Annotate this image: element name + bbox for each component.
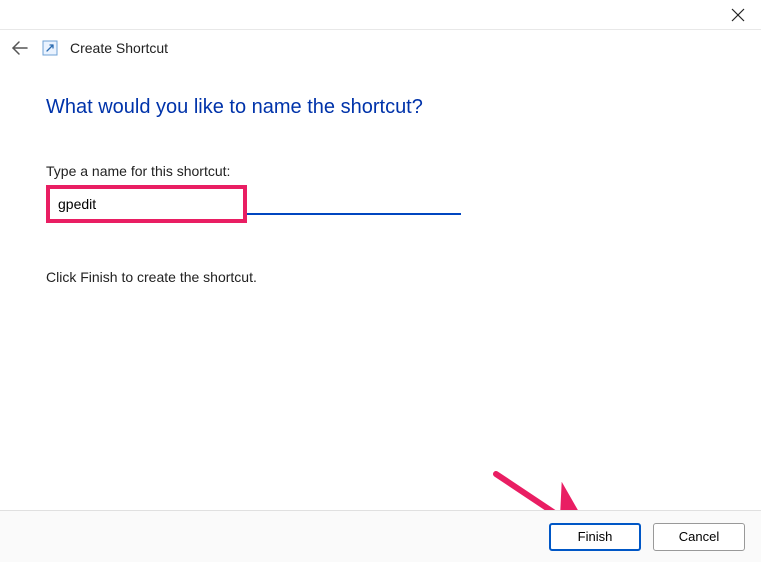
cancel-button[interactable]: Cancel xyxy=(653,523,745,551)
input-underline xyxy=(247,185,461,215)
page-heading: What would you like to name the shortcut… xyxy=(46,96,715,119)
input-row xyxy=(46,185,715,223)
finish-button[interactable]: Finish xyxy=(549,523,641,551)
wizard-footer: Finish Cancel xyxy=(0,510,761,562)
back-arrow-icon[interactable] xyxy=(10,38,30,58)
close-icon[interactable] xyxy=(731,8,745,22)
window-title: Create Shortcut xyxy=(70,40,168,56)
shortcut-icon xyxy=(42,40,58,56)
highlight-annotation xyxy=(46,185,247,223)
input-label: Type a name for this shortcut: xyxy=(46,163,715,179)
wizard-header: Create Shortcut xyxy=(0,30,761,64)
helper-text: Click Finish to create the shortcut. xyxy=(46,269,715,285)
wizard-content: What would you like to name the shortcut… xyxy=(0,64,761,285)
title-bar xyxy=(0,0,761,30)
shortcut-name-input[interactable] xyxy=(50,189,235,219)
